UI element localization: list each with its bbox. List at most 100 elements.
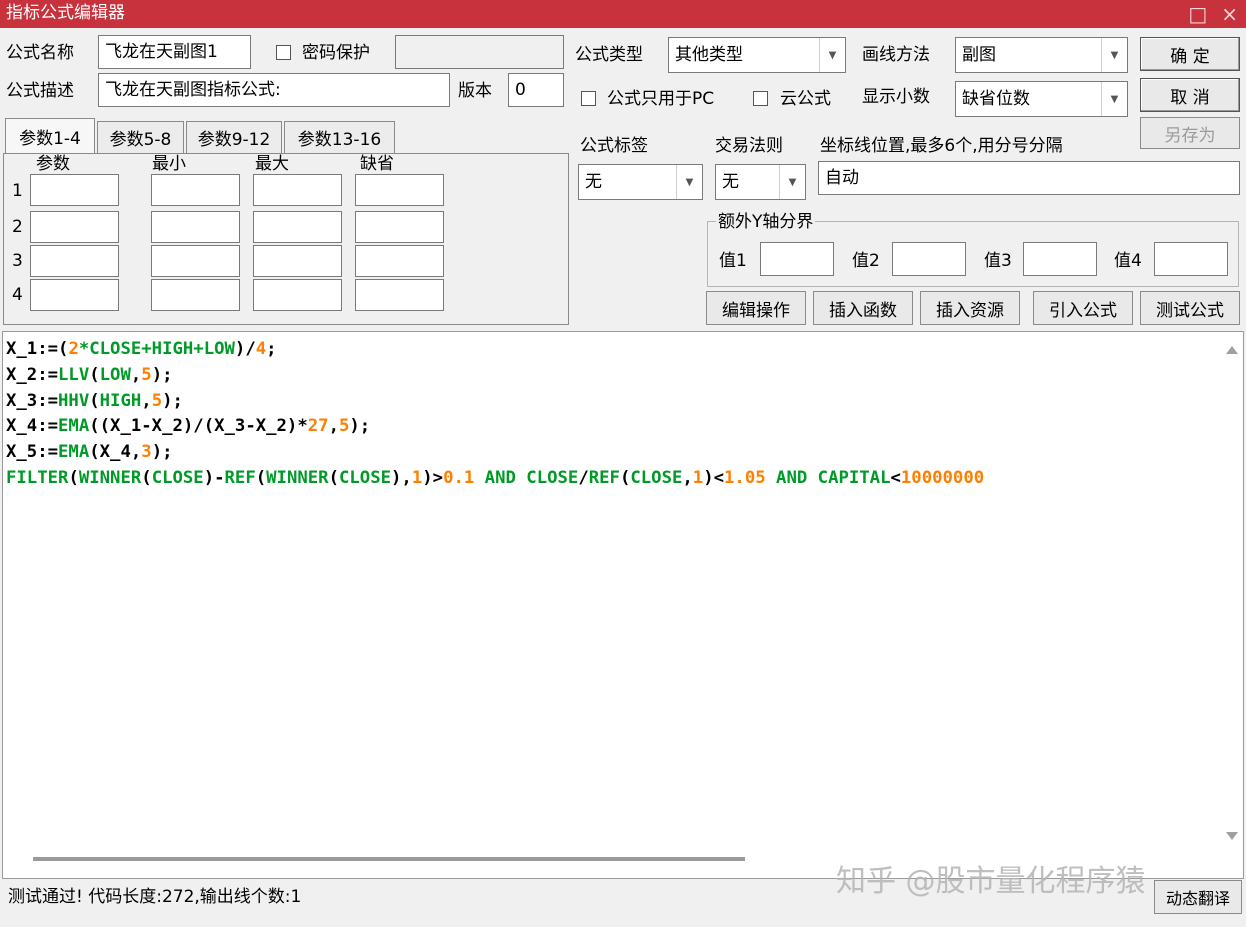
chevron-down-icon[interactable]: ▼ bbox=[779, 165, 805, 199]
tab-params-9-12[interactable]: 参数9-12 bbox=[186, 121, 282, 153]
horizontal-scrollbar[interactable] bbox=[33, 857, 745, 861]
code-token: )> bbox=[422, 467, 444, 488]
code-token: WINNER bbox=[266, 467, 329, 488]
param-name-input[interactable] bbox=[30, 174, 119, 206]
pc-only-checkbox[interactable] bbox=[581, 91, 596, 106]
code-token: (X_4, bbox=[89, 442, 142, 463]
draw-method-select[interactable]: 副图 ▼ bbox=[955, 37, 1128, 73]
code-token: REF bbox=[224, 467, 256, 488]
code-token: )< bbox=[703, 467, 725, 488]
param-max-input[interactable] bbox=[253, 279, 342, 311]
password-label: 密码保护 bbox=[302, 43, 370, 63]
code-line[interactable]: X_2:=LLV(LOW,5); bbox=[6, 363, 1218, 389]
code-line[interactable]: X_1:=(2*CLOSE+HIGH+LOW)/4; bbox=[6, 337, 1218, 363]
formula-tag-select[interactable]: 无 ▼ bbox=[578, 164, 703, 200]
code-token: , bbox=[141, 390, 152, 411]
edit-operation-button[interactable]: 编辑操作 bbox=[706, 291, 806, 325]
code-token: )/ bbox=[234, 339, 256, 359]
version-label: 版本 bbox=[458, 81, 492, 101]
param-min-input[interactable] bbox=[151, 211, 240, 243]
code-token: ((X_1-X_2)/(X_3-X_2)* bbox=[89, 416, 308, 437]
param-default-input[interactable] bbox=[355, 211, 444, 243]
tab-params-1-4[interactable]: 参数1-4 bbox=[5, 118, 95, 154]
window-title: 指标公式编辑器 bbox=[6, 3, 125, 23]
decimal-select[interactable]: 缺省位数 ▼ bbox=[955, 81, 1128, 117]
code-token: 4 bbox=[255, 339, 267, 359]
password-checkbox[interactable] bbox=[276, 45, 291, 60]
formula-tag-value: 无 bbox=[585, 172, 602, 192]
code-token: X_4:= bbox=[6, 416, 59, 437]
code-token: ( bbox=[68, 467, 79, 488]
formula-desc-label: 公式描述 bbox=[6, 81, 74, 101]
code-token: 1 bbox=[692, 467, 704, 488]
param-max-input[interactable] bbox=[253, 211, 342, 243]
code-token: CLOSE bbox=[339, 467, 392, 488]
param-max-input[interactable] bbox=[253, 174, 342, 206]
password-input[interactable] bbox=[395, 35, 564, 69]
insert-function-button[interactable]: 插入函数 bbox=[813, 291, 913, 325]
code-token: ); bbox=[151, 364, 173, 385]
param-min-input[interactable] bbox=[151, 245, 240, 277]
save-as-button[interactable]: 另存为 bbox=[1140, 117, 1240, 149]
decimal-value: 缺省位数 bbox=[962, 89, 1030, 109]
code-editor[interactable]: X_1:=(2*CLOSE+HIGH+LOW)/4; X_2:=LLV(LOW,5… bbox=[2, 331, 1244, 879]
code-token: 5 bbox=[338, 416, 350, 437]
code-token: HHV bbox=[58, 390, 90, 411]
param-min-input[interactable] bbox=[151, 174, 240, 206]
code-line[interactable]: X_3:=HHV(HIGH,5); bbox=[6, 389, 1218, 415]
y-value-1-label: 值1 bbox=[719, 251, 747, 271]
code-line[interactable]: FILTER(WINNER(CLOSE)-REF(WINNER(CLOSE),1… bbox=[6, 466, 1218, 492]
ok-button[interactable]: 确 定 bbox=[1140, 37, 1240, 71]
formula-name-input[interactable]: 飞龙在天副图1 bbox=[98, 35, 251, 69]
dynamic-translate-button[interactable]: 动态翻译 bbox=[1154, 880, 1242, 914]
code-token: ( bbox=[619, 467, 631, 488]
param-default-input[interactable] bbox=[355, 279, 444, 311]
param-max-input[interactable] bbox=[253, 245, 342, 277]
import-formula-button[interactable]: 引入公式 bbox=[1033, 291, 1133, 325]
code-token: X_2:= bbox=[6, 364, 59, 385]
y-value-4-label: 值4 bbox=[1114, 251, 1142, 271]
code-token: < bbox=[890, 467, 901, 488]
formula-type-select[interactable]: 其他类型 ▼ bbox=[668, 37, 846, 73]
formula-desc-input[interactable]: 飞龙在天副图指标公式: bbox=[98, 73, 450, 107]
y-value-2-input[interactable] bbox=[892, 242, 966, 276]
chevron-down-icon[interactable]: ▼ bbox=[676, 165, 702, 199]
code-token: , bbox=[682, 467, 693, 488]
cloud-formula-checkbox[interactable] bbox=[753, 91, 768, 106]
param-name-input[interactable] bbox=[30, 279, 119, 311]
test-formula-button[interactable]: 测试公式 bbox=[1140, 291, 1240, 325]
code-text[interactable]: X_1:=(2*CLOSE+HIGH+LOW)/4; X_2:=LLV(LOW,5… bbox=[6, 337, 1218, 492]
cancel-button[interactable]: 取 消 bbox=[1140, 78, 1240, 112]
tab-params-5-8[interactable]: 参数5-8 bbox=[97, 121, 184, 153]
chevron-down-icon[interactable]: ▼ bbox=[819, 38, 845, 72]
maximize-icon[interactable]: □ bbox=[1188, 1, 1207, 27]
code-token: AND CAPITAL bbox=[765, 467, 891, 488]
param-row-number: 4 bbox=[12, 285, 23, 305]
insert-resource-button[interactable]: 插入资源 bbox=[920, 291, 1020, 325]
param-default-input[interactable] bbox=[355, 245, 444, 277]
decimal-label: 显示小数 bbox=[862, 87, 930, 107]
y-value-1-input[interactable] bbox=[760, 242, 834, 276]
param-name-input[interactable] bbox=[30, 245, 119, 277]
param-name-input[interactable] bbox=[30, 211, 119, 243]
param-min-input[interactable] bbox=[151, 279, 240, 311]
vertical-scrollbar[interactable] bbox=[1223, 336, 1241, 852]
code-token: ); bbox=[151, 442, 173, 463]
code-token: 10000000 bbox=[900, 467, 985, 488]
code-line[interactable]: X_4:=EMA((X_1-X_2)/(X_3-X_2)*27,5); bbox=[6, 414, 1218, 440]
chevron-down-icon[interactable]: ▼ bbox=[1101, 82, 1127, 116]
y-value-3-input[interactable] bbox=[1023, 242, 1097, 276]
version-input[interactable]: 0 bbox=[508, 73, 564, 107]
param-default-input[interactable] bbox=[355, 174, 444, 206]
y-value-4-input[interactable] bbox=[1154, 242, 1228, 276]
code-token: ( bbox=[141, 467, 152, 488]
code-token: EMA bbox=[58, 416, 90, 437]
chevron-down-icon[interactable]: ▼ bbox=[1101, 38, 1127, 72]
code-line[interactable]: X_5:=EMA(X_4,3); bbox=[6, 440, 1218, 466]
code-token: CLOSE bbox=[151, 467, 204, 488]
axis-position-input[interactable]: 自动 bbox=[818, 161, 1240, 195]
trade-rule-select[interactable]: 无 ▼ bbox=[715, 164, 806, 200]
extra-y-axis-label: 额外Y轴分界 bbox=[716, 209, 816, 235]
tab-params-13-16[interactable]: 参数13-16 bbox=[284, 121, 395, 153]
close-icon[interactable]: × bbox=[1221, 1, 1238, 27]
